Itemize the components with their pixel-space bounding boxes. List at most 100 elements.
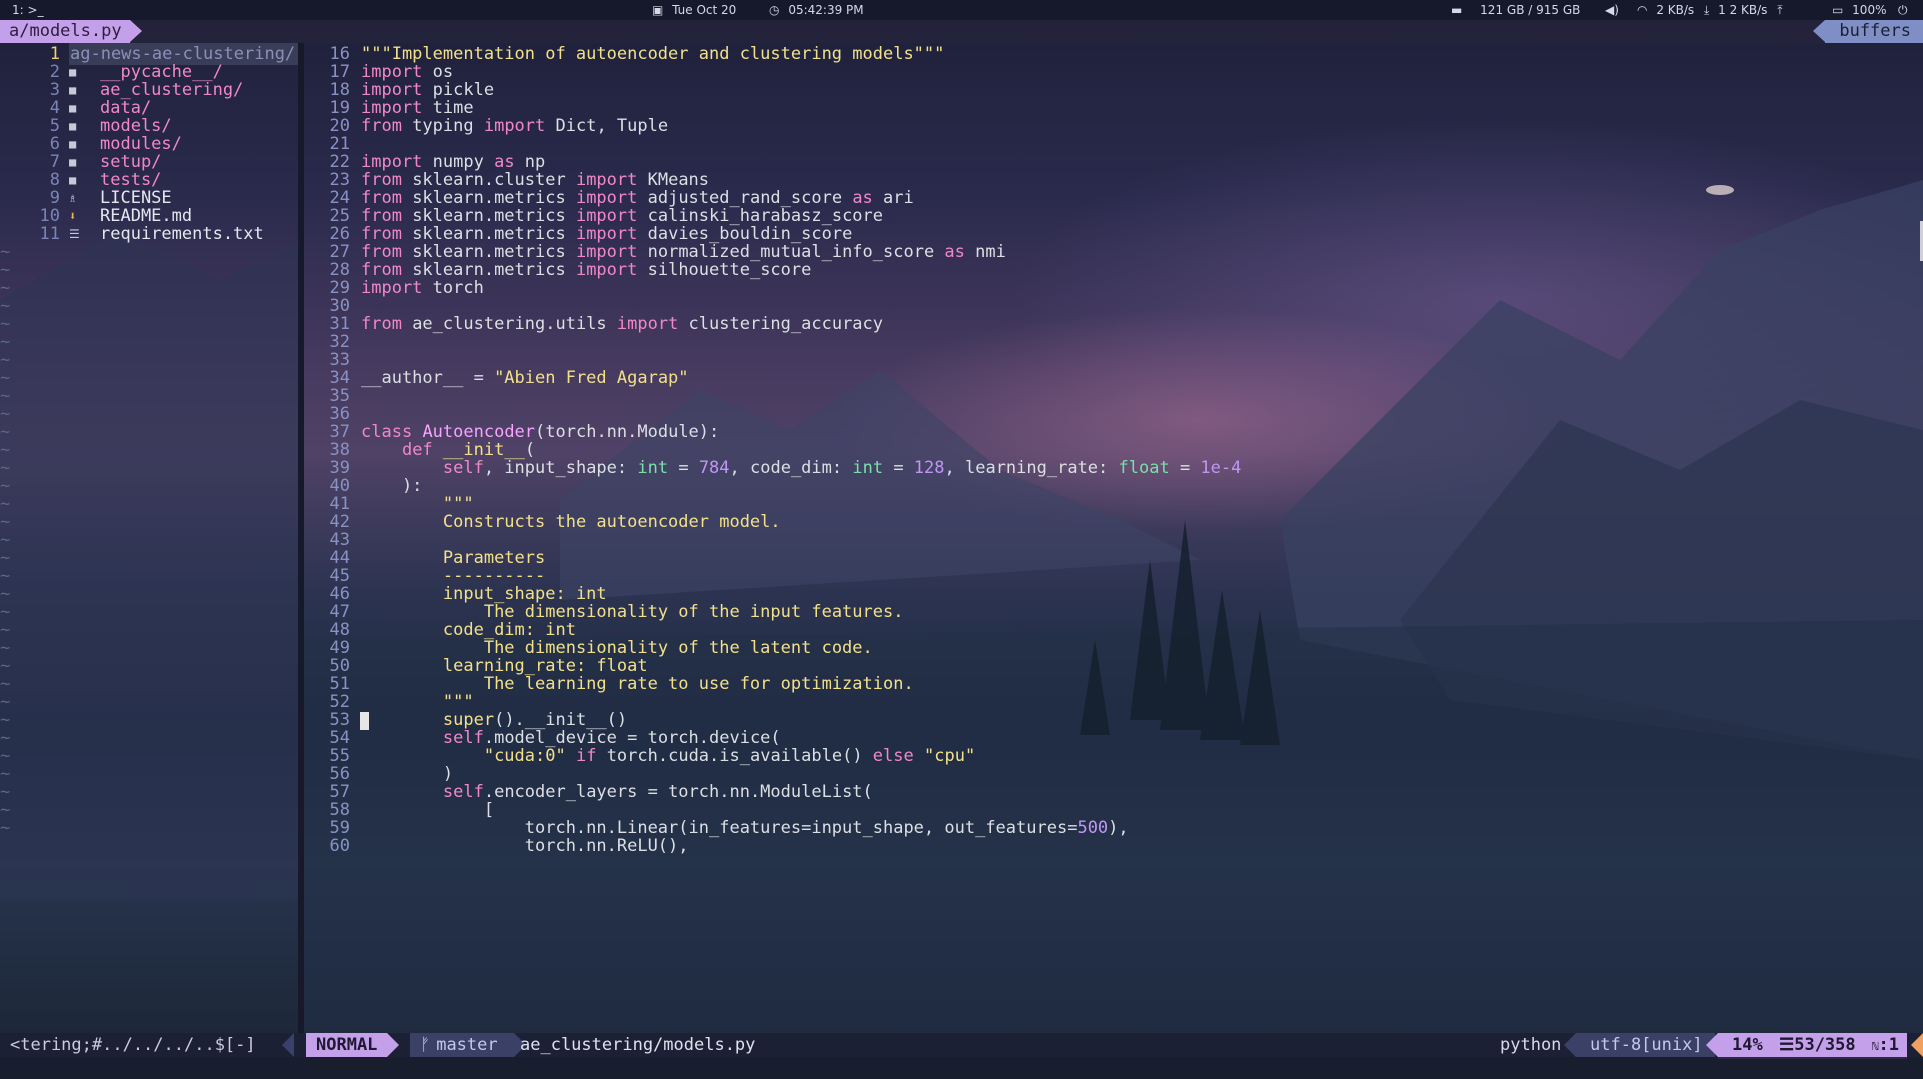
line-icon: ☰ — [1778, 1035, 1795, 1055]
code-token: = — [668, 458, 699, 478]
code-token: ae_clustering.utils — [401, 314, 617, 334]
code-token: , input_shape: — [483, 458, 638, 478]
git-branch-name: master — [436, 1035, 498, 1055]
code-token: The learning rate to use for optimizatio… — [483, 674, 914, 694]
code-token: from — [361, 116, 402, 136]
column-position: :1 — [1878, 1035, 1899, 1055]
code-token: .encoder_layers = torch.nn.ModuleList( — [483, 782, 873, 802]
net-up-rate: 1 2 KB/s — [1718, 3, 1768, 17]
battery-icon: ▭ — [1832, 3, 1844, 17]
clock-widget: ◷ 05:42:39 PM — [769, 3, 864, 17]
download-icon: ⤓ — [1704, 3, 1710, 17]
code-token: "Abien Fred Agarap" — [494, 368, 689, 388]
code-text: import torch — [361, 277, 484, 299]
code-token: = — [883, 458, 914, 478]
volume-icon[interactable]: ◀) — [1605, 3, 1619, 17]
disk-usage: 121 GB / 915 GB — [1480, 3, 1581, 17]
time-text: 05:42:39 PM — [788, 3, 864, 17]
file-tree-panel: 1 ag-news-ae-clustering/2 ■ __pycache__/3 ■ a… — [0, 43, 302, 1033]
code-text: from typing import Dict, Tuple — [361, 115, 668, 137]
tree-item-name: requirements.txt — [100, 224, 264, 244]
code-token: "cuda:0" — [483, 746, 566, 766]
code-text: "cuda:0" if torch.cuda.is_available() el… — [361, 745, 975, 767]
mode-indicator: NORMAL — [306, 1033, 400, 1057]
upload-icon: ⤒ — [1777, 3, 1783, 17]
code-token: import — [575, 260, 638, 280]
separator-arrow — [282, 1033, 294, 1057]
file-encoding: utf-8[unix] — [1564, 1033, 1715, 1057]
buffers-label[interactable]: buffers — [1813, 20, 1923, 43]
vim-statusline: <tering;#../../../..$[-] NORMAL ᚠ master … — [0, 1033, 1923, 1059]
code-text: from ae_clustering.utils import clusteri… — [361, 313, 883, 335]
power-icon[interactable]: ⏻ — [1898, 3, 1908, 18]
line-position: 53/358 — [1794, 1035, 1856, 1055]
code-text: torch.nn.ReLU(), — [361, 835, 689, 857]
wifi-icon: ◠ — [1637, 3, 1648, 17]
git-branch: ᚠ master — [410, 1033, 526, 1057]
filetype: python — [1500, 1035, 1562, 1055]
code-token: nmi — [964, 242, 1006, 262]
command-line[interactable] — [0, 1057, 1923, 1079]
vim-tabline: a/models.py buffers — [0, 20, 1923, 43]
code-token: 784 — [698, 458, 730, 478]
code-token: 1e-4 — [1200, 458, 1242, 478]
tree-status-path: <tering;#../../../..$[-] — [10, 1035, 256, 1055]
code-token: from — [361, 314, 402, 334]
code-token: else — [872, 746, 914, 766]
code-token: silhouette_score — [637, 260, 812, 280]
line-number: 60 — [329, 836, 350, 856]
code-token: float — [1118, 458, 1170, 478]
code-token: self — [442, 458, 484, 478]
calendar-icon: ▣ — [652, 3, 664, 17]
code-token: __author__ = — [361, 368, 495, 388]
empty-line-tilde: ~ — [0, 818, 11, 838]
date-widget: ▣ Tue Oct 20 — [652, 3, 736, 17]
code-token: torch.cuda.is_available() — [596, 746, 873, 766]
workspace-number: 1: — [12, 3, 24, 17]
code-token: import — [483, 116, 546, 136]
tab-current-file[interactable]: a/models.py — [0, 20, 142, 43]
code-token: typing — [401, 116, 484, 136]
status-filename: ae_clustering/models.py — [520, 1035, 756, 1055]
code-token: torch — [422, 278, 484, 298]
code-token: ), — [1108, 818, 1129, 838]
net-down-rate: 2 KB/s — [1656, 3, 1695, 17]
code-token: clustering_accuracy — [678, 314, 884, 334]
code-token: import — [616, 314, 679, 334]
code-text: Constructs the autoencoder model. — [361, 511, 781, 533]
code-token: 500 — [1077, 818, 1109, 838]
network-widget: ◠ 2 KB/s ⤓ 1 2 KB/s ⤒ — [1637, 3, 1788, 18]
code-token: int — [637, 458, 669, 478]
workspace-indicator[interactable]: 1: >_ — [12, 3, 44, 17]
git-branch-icon: ᚠ — [420, 1035, 431, 1055]
code-token: torch.nn.ReLU(), — [361, 836, 689, 856]
code-editor[interactable]: 16 """Implementation of autoencoder and c… — [304, 43, 1923, 1033]
hard-drive-icon: ▬ — [1451, 3, 1463, 17]
code-line[interactable]: 60 torch.nn.ReLU(), — [304, 835, 689, 857]
system-status-bar: 1: >_ ▣ Tue Oct 20 ◷ 05:42:39 PM ▬ 121 G… — [0, 0, 1923, 20]
code-token: (torch.nn.Module): — [535, 422, 720, 442]
code-token: if — [575, 746, 597, 766]
code-text: __author__ = "Abien Fred Agarap" — [361, 367, 689, 389]
scroll-percent: 14% — [1732, 1035, 1763, 1055]
code-text: self, input_shape: int = 784, code_dim: … — [361, 457, 1241, 479]
code-token: int — [852, 458, 884, 478]
disk-widget: ▬ 121 GB / 915 GB — [1451, 3, 1580, 17]
clock-icon: ◷ — [769, 3, 780, 17]
text-file-icon: ☰ — [69, 227, 80, 241]
code-token: "cpu" — [924, 746, 976, 766]
cursor-position: 14% ☰53/358 ℕ:1 — [1706, 1033, 1907, 1059]
terminal-icon: >_ — [27, 3, 44, 17]
warning-indicator — [1911, 1033, 1923, 1057]
battery-level: 100% — [1852, 3, 1887, 17]
date-text: Tue Oct 20 — [672, 3, 737, 17]
code-token: import — [361, 278, 423, 298]
code-token: = — [1169, 458, 1201, 478]
battery-widget: ▭ 100% — [1832, 3, 1886, 17]
code-token: , code_dim: — [729, 458, 853, 478]
code-token: Constructs the autoencoder model. — [442, 512, 781, 532]
code-token: 128 — [913, 458, 945, 478]
